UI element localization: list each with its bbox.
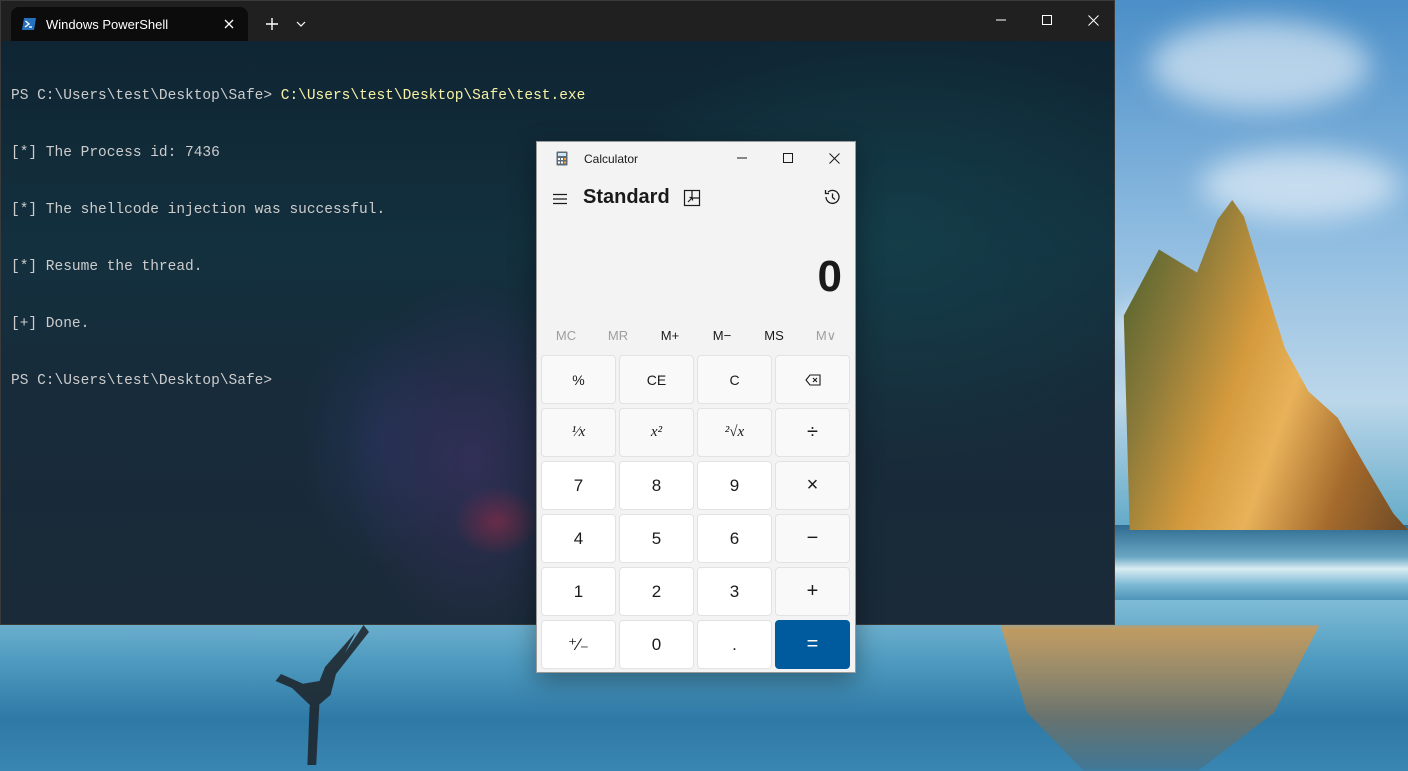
multiply-key[interactable]: × <box>775 461 850 510</box>
memory-subtract-button[interactable]: M− <box>696 326 748 346</box>
decimal-key[interactable]: . <box>697 620 772 669</box>
calculator-window[interactable]: Calculator Standard 0 MC MR M+ M− MS M∨ … <box>536 141 856 673</box>
memory-list-button[interactable]: M∨ <box>800 326 852 346</box>
clear-key[interactable]: C <box>697 355 772 404</box>
digit-8-key[interactable]: 8 <box>619 461 694 510</box>
terminal-line: [*] Resume the thread. <box>11 259 203 275</box>
close-icon[interactable] <box>811 142 857 174</box>
memory-store-button[interactable]: MS <box>748 326 800 346</box>
minimize-icon[interactable] <box>978 1 1024 39</box>
history-icon[interactable] <box>822 187 842 207</box>
terminal-line: [+] Done. <box>11 316 90 332</box>
terminal-line: [*] The shellcode injection was successf… <box>11 202 386 218</box>
terminal-command: C:\Users\test\Desktop\Safe\test.exe <box>280 88 586 104</box>
keypad: % CE C ¹⁄x x² ²√x ÷ 7 8 9 × 4 5 6 − 1 2 … <box>541 355 850 669</box>
result-display: 0 <box>817 252 842 301</box>
minimize-icon[interactable] <box>719 142 765 174</box>
digit-5-key[interactable]: 5 <box>619 514 694 563</box>
clear-entry-key[interactable]: CE <box>619 355 694 404</box>
calculator-app-icon <box>556 151 568 166</box>
digit-2-key[interactable]: 2 <box>619 567 694 616</box>
percent-key[interactable]: % <box>541 355 616 404</box>
digit-3-key[interactable]: 3 <box>697 567 772 616</box>
divide-key[interactable]: ÷ <box>775 408 850 457</box>
powershell-titlebar[interactable]: Windows PowerShell <box>1 1 1114 41</box>
close-icon[interactable] <box>1070 1 1114 39</box>
sea-stack-rock <box>1123 200 1408 530</box>
equals-key[interactable]: = <box>775 620 850 669</box>
terminal-prompt: PS C:\Users\test\Desktop\Safe> <box>11 88 281 104</box>
digit-1-key[interactable]: 1 <box>541 567 616 616</box>
terminal-line: PS C:\Users\test\Desktop\Safe> C:\Users\… <box>11 87 585 106</box>
memory-recall-button[interactable]: MR <box>592 326 644 346</box>
new-tab-icon[interactable] <box>261 13 283 35</box>
hamburger-menu-icon[interactable] <box>551 190 569 208</box>
digit-7-key[interactable]: 7 <box>541 461 616 510</box>
negate-key[interactable]: ⁺⁄₋ <box>541 620 616 669</box>
memory-add-button[interactable]: M+ <box>644 326 696 346</box>
powershell-tab[interactable]: Windows PowerShell <box>11 7 248 41</box>
digit-4-key[interactable]: 4 <box>541 514 616 563</box>
add-key[interactable]: + <box>775 567 850 616</box>
maximize-icon[interactable] <box>1024 1 1070 39</box>
powershell-icon <box>22 18 36 30</box>
chevron-down-icon[interactable] <box>292 13 310 35</box>
square-key[interactable]: x² <box>619 408 694 457</box>
calculator-titlebar[interactable]: Calculator <box>537 142 855 174</box>
memory-clear-button[interactable]: MC <box>540 326 592 346</box>
digit-0-key[interactable]: 0 <box>619 620 694 669</box>
calculator-title: Calculator <box>584 152 639 166</box>
mode-title: Standard <box>583 186 670 208</box>
subtract-key[interactable]: − <box>775 514 850 563</box>
digit-9-key[interactable]: 9 <box>697 461 772 510</box>
close-tab-icon[interactable] <box>218 13 240 35</box>
square-root-key[interactable]: ²√x <box>697 408 772 457</box>
terminal-line: [*] The Process id: 7436 <box>11 145 220 161</box>
memory-bar: MC MR M+ M− MS M∨ <box>540 326 852 346</box>
terminal-line: PS C:\Users\test\Desktop\Safe> <box>11 373 273 389</box>
keep-on-top-icon[interactable] <box>683 189 701 207</box>
maximize-icon[interactable] <box>765 142 811 174</box>
digit-6-key[interactable]: 6 <box>697 514 772 563</box>
tab-title: Windows PowerShell <box>46 16 169 32</box>
backspace-key[interactable] <box>775 355 850 404</box>
backspace-icon <box>804 373 821 386</box>
reciprocal-key[interactable]: ¹⁄x <box>541 408 616 457</box>
